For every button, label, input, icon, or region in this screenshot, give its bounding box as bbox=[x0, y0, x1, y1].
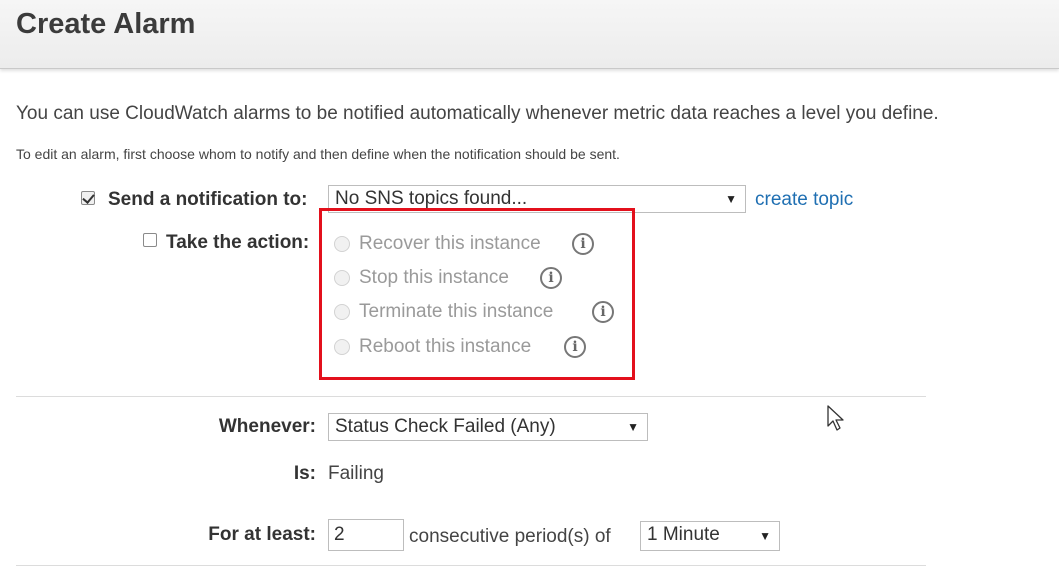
periods-input[interactable]: 2 bbox=[328, 519, 404, 551]
page-title: Create Alarm bbox=[16, 8, 196, 40]
chevron-down-icon: ▼ bbox=[627, 420, 639, 434]
chevron-down-icon: ▼ bbox=[725, 192, 737, 206]
sns-topic-select-value: No SNS topics found... bbox=[335, 188, 528, 209]
create-topic-link[interactable]: create topic bbox=[755, 189, 853, 211]
take-action-label: Take the action: bbox=[166, 232, 310, 253]
take-action-checkbox[interactable] bbox=[143, 233, 157, 247]
send-notification-label: Send a notification to: bbox=[108, 189, 308, 210]
intro-description: You can use CloudWatch alarms to be noti… bbox=[16, 103, 939, 124]
for-at-least-label: For at least: bbox=[208, 524, 316, 545]
intro-sub-description: To edit an alarm, first choose whom to n… bbox=[16, 146, 620, 162]
period-select-value: 1 Minute bbox=[647, 524, 720, 545]
period-select[interactable]: 1 Minute ▼ bbox=[640, 521, 780, 551]
highlight-box bbox=[319, 208, 635, 380]
mouse-cursor-icon bbox=[827, 405, 844, 431]
page-header: Create Alarm bbox=[0, 0, 1059, 69]
whenever-select[interactable]: Status Check Failed (Any) ▼ bbox=[328, 413, 648, 441]
consecutive-periods-text: consecutive period(s) of bbox=[409, 526, 611, 547]
section-divider bbox=[16, 396, 926, 397]
is-value: Failing bbox=[328, 463, 384, 484]
whenever-select-value: Status Check Failed (Any) bbox=[335, 416, 556, 437]
chevron-down-icon: ▼ bbox=[759, 529, 771, 543]
section-divider bbox=[16, 565, 926, 566]
is-label: Is: bbox=[293, 463, 316, 484]
send-notification-checkbox[interactable] bbox=[81, 191, 95, 205]
whenever-label: Whenever: bbox=[218, 416, 316, 437]
